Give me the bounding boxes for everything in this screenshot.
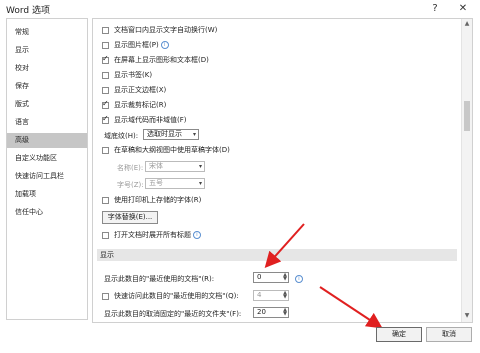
annotation-arrows [264, 223, 383, 329]
annotation-arrow-2 [319, 286, 383, 329]
ok-button[interactable]: 确定 [376, 327, 422, 342]
cancel-button[interactable]: 取消 [426, 327, 472, 342]
annotation-arrow-1 [264, 223, 305, 268]
